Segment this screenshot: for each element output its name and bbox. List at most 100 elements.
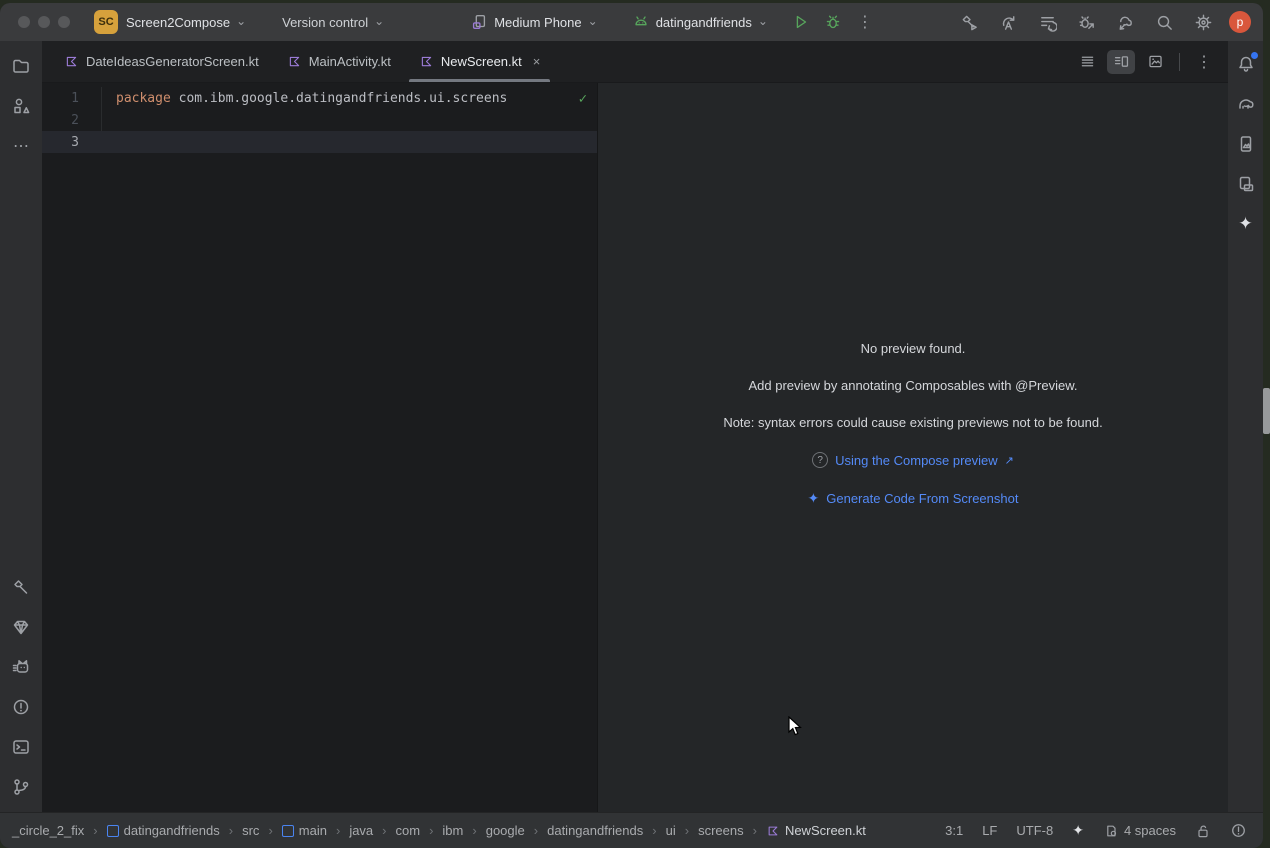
terminal-tool-window-button[interactable] (6, 732, 36, 762)
android-icon (632, 13, 650, 31)
preview-message-title: No preview found. (861, 341, 966, 356)
resource-manager-button[interactable] (6, 91, 36, 121)
chevron-down-icon: ⌄ (374, 15, 384, 27)
breadcrumb-item[interactable]: com (396, 823, 421, 838)
generate-code-from-screenshot-link[interactable]: ✦ Generate Code From Screenshot (808, 490, 1019, 507)
breadcrumb-item[interactable]: google (486, 823, 525, 838)
run-button[interactable] (788, 9, 814, 35)
editor-tab-bar: DateIdeasGeneratorScreen.kt MainActivity… (42, 41, 1228, 83)
keyword: package (116, 91, 171, 106)
breadcrumb-separator: › (472, 823, 476, 838)
project-selector[interactable]: Screen2Compose ⌄ (126, 15, 246, 30)
tab-dateideasgeneratorscreen[interactable]: DateIdeasGeneratorScreen.kt (50, 41, 273, 82)
encoding-widget[interactable]: UTF-8 (1016, 823, 1053, 838)
breadcrumb-separator: › (93, 823, 97, 838)
right-tool-window-bar: ✦ (1228, 41, 1263, 812)
indent-settings-icon (1103, 823, 1119, 839)
debug-button[interactable] (820, 9, 846, 35)
apply-changes-button[interactable] (995, 9, 1021, 35)
breadcrumb-item[interactable]: ui (666, 823, 676, 838)
line-number: 3 (42, 131, 102, 153)
breadcrumb-separator: › (652, 823, 656, 838)
docs-link-label: Using the Compose preview (835, 453, 998, 468)
close-tab-icon[interactable]: × (533, 54, 541, 69)
caret-position-widget[interactable]: 3:1 (945, 823, 963, 838)
breadcrumb-separator: › (336, 823, 340, 838)
line-number: 1 (42, 87, 102, 109)
breadcrumb-separator: › (268, 823, 272, 838)
code-line[interactable]: 2 (42, 109, 597, 131)
tab-label: MainActivity.kt (309, 54, 391, 69)
divider (1179, 53, 1180, 71)
breadcrumb-item[interactable]: src (242, 823, 259, 838)
module-icon (282, 825, 294, 837)
preview-message-hint: Add preview by annotating Composables wi… (749, 378, 1078, 393)
app-quality-insights-button[interactable] (6, 612, 36, 642)
logcat-tool-window-button[interactable] (6, 652, 36, 682)
project-tool-window-button[interactable] (6, 51, 36, 81)
generate-link-label: Generate Code From Screenshot (826, 491, 1018, 506)
device-manager-button[interactable] (1231, 169, 1261, 199)
device-selector[interactable]: Medium Phone ⌄ (470, 13, 598, 31)
inspections-ok-icon[interactable]: ✓ (579, 91, 587, 107)
chevron-down-icon: ⌄ (236, 15, 246, 27)
code-editor[interactable]: 1 package com.ibm.google.datingandfriend… (42, 83, 597, 812)
apply-code-changes-button[interactable] (1034, 9, 1060, 35)
window-controls (18, 16, 70, 28)
notifications-button[interactable] (1231, 49, 1261, 79)
tab-label: NewScreen.kt (441, 54, 522, 69)
code-line[interactable]: 1 package com.ibm.google.datingandfriend… (42, 87, 597, 109)
gradle-sync-button[interactable] (1112, 9, 1138, 35)
user-avatar[interactable]: p (1229, 11, 1251, 33)
attach-debugger-icon[interactable] (1073, 9, 1099, 35)
error-highlight-icon[interactable] (1230, 822, 1247, 839)
breadcrumb-item[interactable]: datingandfriends (107, 823, 220, 838)
breadcrumb-item[interactable]: ibm (442, 823, 463, 838)
problems-tool-window-button[interactable] (6, 692, 36, 722)
tab-mainactivity[interactable]: MainActivity.kt (273, 41, 405, 82)
notification-badge (1251, 52, 1258, 59)
breadcrumb-item-file[interactable]: NewScreen.kt (766, 823, 866, 838)
more-tool-windows-button[interactable]: ⋯ (6, 131, 36, 161)
build-button[interactable] (956, 9, 982, 35)
settings-button[interactable] (1190, 9, 1216, 35)
tab-newscreen[interactable]: NewScreen.kt × (405, 41, 555, 82)
help-icon: ? (812, 452, 828, 468)
more-actions-button[interactable]: ⋮ (852, 9, 878, 35)
breadcrumb-separator: › (534, 823, 538, 838)
breadcrumb-item[interactable]: screens (698, 823, 744, 838)
zoom-window-icon[interactable] (58, 16, 70, 28)
running-devices-button[interactable] (1231, 129, 1261, 159)
version-control-tool-window-button[interactable] (6, 772, 36, 802)
compose-preview-docs-link[interactable]: ? Using the Compose preview ↗ (812, 452, 1014, 468)
code-line-current[interactable]: 3 (42, 131, 597, 153)
title-bar: SC Screen2Compose ⌄ Version control ⌄ Me… (0, 3, 1263, 41)
breadcrumb-item[interactable]: main (282, 823, 327, 838)
breadcrumbs: _circle_2_fix › datingandfriends › src ›… (12, 823, 866, 838)
indent-widget[interactable]: 4 spaces (1103, 823, 1176, 839)
code-view-button[interactable] (1073, 50, 1101, 74)
build-tool-window-button[interactable] (6, 572, 36, 602)
search-everywhere-button[interactable] (1151, 9, 1177, 35)
more-vertical-icon: ⋮ (1196, 52, 1212, 72)
editor-options-button[interactable]: ⋮ (1190, 50, 1218, 74)
more-vertical-icon: ⋮ (857, 12, 873, 32)
split-view-button[interactable] (1107, 50, 1135, 74)
breadcrumb-item[interactable]: _circle_2_fix (12, 823, 84, 838)
minimize-window-icon[interactable] (38, 16, 50, 28)
design-view-button[interactable] (1141, 50, 1169, 74)
kotlin-file-icon (419, 54, 434, 69)
breadcrumb-item[interactable]: datingandfriends (547, 823, 643, 838)
writable-lock-icon[interactable] (1195, 823, 1211, 839)
line-ending-widget[interactable]: LF (982, 823, 997, 838)
gradle-tool-window-button[interactable] (1231, 89, 1261, 119)
tab-label: DateIdeasGeneratorScreen.kt (86, 54, 259, 69)
breadcrumb-separator: › (429, 823, 433, 838)
gemini-tool-window-button[interactable]: ✦ (1231, 209, 1261, 239)
gemini-status-icon[interactable]: ✦ (1072, 822, 1084, 839)
close-window-icon[interactable] (18, 16, 30, 28)
project-name: Screen2Compose (126, 15, 230, 30)
breadcrumb-item[interactable]: java (349, 823, 373, 838)
run-configuration-selector[interactable]: datingandfriends ⌄ (632, 13, 768, 31)
version-control-menu[interactable]: Version control ⌄ (282, 15, 384, 30)
